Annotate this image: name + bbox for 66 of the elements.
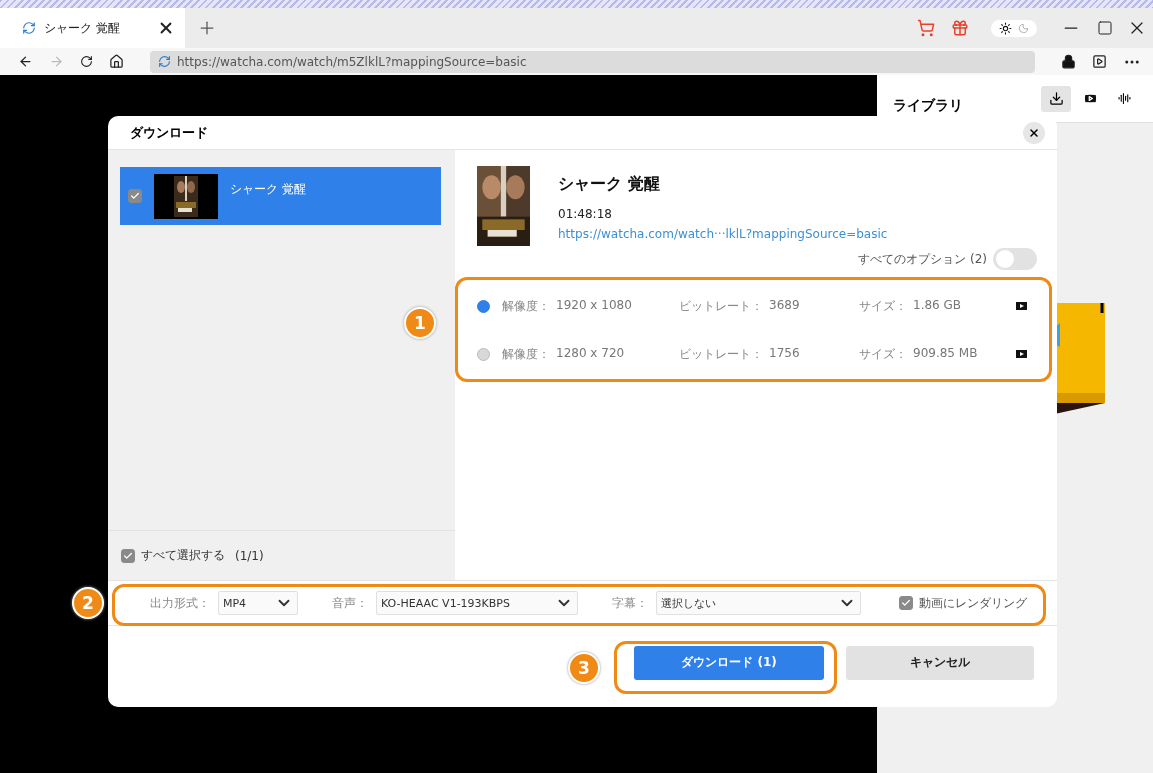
video-title: シャーク 覚醒 xyxy=(558,174,661,195)
home-icon[interactable] xyxy=(109,54,124,69)
size-label: サイズ： xyxy=(859,345,907,363)
check-icon xyxy=(123,550,133,561)
setting-label: 出力形式： xyxy=(150,594,210,612)
waveform-icon xyxy=(1117,92,1131,105)
lock-icon[interactable] xyxy=(1061,54,1076,69)
bitrate-label: ビットレート： xyxy=(679,345,763,363)
video-title: シャーク 覚醒 xyxy=(230,181,306,198)
screen-record-icon[interactable] xyxy=(1092,54,1107,69)
checkbox[interactable] xyxy=(899,596,913,610)
dropdown[interactable]: KO-HEAAC V1-193KBPS xyxy=(376,591,578,615)
video-icon xyxy=(1082,91,1098,106)
select-count: (1/1) xyxy=(235,548,264,563)
gift-icon[interactable] xyxy=(951,19,969,37)
all-options-label: すべてのオプション (2) xyxy=(858,250,987,268)
maximize-icon[interactable] xyxy=(1097,20,1113,36)
duration: 01:48:18 xyxy=(558,207,613,221)
cancel-button[interactable]: キャンセル xyxy=(846,645,1034,680)
size-label: サイズ： xyxy=(859,297,907,315)
resolution-value: 1280 x 720 xyxy=(556,345,625,362)
moon-icon xyxy=(1018,22,1029,34)
resolution-value: 1920 x 1080 xyxy=(556,297,632,314)
theme-toggle[interactable] xyxy=(991,19,1037,37)
resolution-label: 解像度： xyxy=(502,297,550,315)
close-button[interactable] xyxy=(1023,121,1045,144)
close-icon xyxy=(1028,126,1040,139)
radio-button[interactable] xyxy=(477,299,490,313)
download-icon xyxy=(1048,91,1064,106)
size-value: 909.85 MB xyxy=(913,345,978,362)
cart-icon[interactable] xyxy=(917,19,935,37)
library-title: ライブラリ xyxy=(893,95,964,115)
address-field[interactable]: https://watcha.com/watch/m5ZlklL?mappingSource=basic xyxy=(150,50,1035,73)
video-icon xyxy=(1016,350,1027,358)
setting-label: 音声： xyxy=(332,594,368,612)
refresh-logo-icon xyxy=(158,55,171,68)
all-options-switch[interactable] xyxy=(993,248,1037,270)
refresh-logo-icon xyxy=(22,21,36,35)
bitrate-value: 1756 xyxy=(769,345,800,362)
dialog-title: ダウンロード xyxy=(130,123,209,142)
radio-button[interactable] xyxy=(477,347,490,361)
video-icon xyxy=(1016,302,1027,310)
tab-title: シャーク 覚醒 xyxy=(44,19,121,37)
url-text: https://watcha.com/watch/m5ZlklL?mappingSource=basic xyxy=(177,54,527,69)
download-button[interactable]: ダウンロード (1) xyxy=(634,645,824,680)
render-label: 動画にレンダリング xyxy=(919,594,1027,612)
dropdown[interactable]: 選択しない xyxy=(656,591,861,615)
setting-label: 字幕： xyxy=(612,594,648,612)
checkbox[interactable] xyxy=(128,189,142,203)
check-icon xyxy=(901,598,911,608)
check-icon xyxy=(130,191,140,201)
video-list-item[interactable]: シャーク 覚醒 xyxy=(120,167,441,225)
reload-icon[interactable] xyxy=(80,55,93,68)
download-tab[interactable] xyxy=(1041,85,1071,112)
resolution-label: 解像度： xyxy=(502,345,550,363)
select-all-label: すべて選択する xyxy=(141,547,225,564)
bitrate-value: 3689 xyxy=(769,297,800,314)
size-value: 1.86 GB xyxy=(913,297,962,314)
dropdown[interactable]: MP4 xyxy=(218,591,298,615)
video-link[interactable]: https://watcha.com/watch···lklL?mappingSource=basic xyxy=(558,227,888,241)
back-icon[interactable] xyxy=(18,54,33,69)
step-number: 3 xyxy=(568,652,600,684)
checkbox[interactable] xyxy=(121,548,135,563)
browser-tab[interactable]: シャーク 覚醒 xyxy=(0,8,185,48)
bitrate-label: ビットレート： xyxy=(679,297,763,315)
sun-icon xyxy=(999,21,1012,35)
